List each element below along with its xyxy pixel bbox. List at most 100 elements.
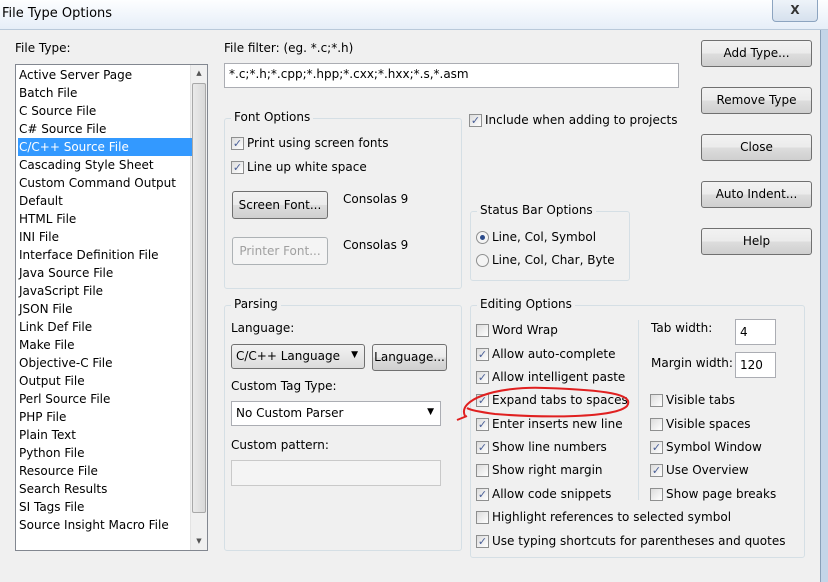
radio-line-col-char-byte[interactable]: Line, Col, Char, Byte — [476, 253, 615, 267]
custom-tag-type-select[interactable]: No Custom Parser ▼ — [231, 401, 441, 426]
scroll-up-icon[interactable]: ▲ — [191, 65, 207, 82]
checkbox-label: Allow auto-complete — [492, 347, 616, 361]
list-item[interactable]: Default — [18, 192, 192, 210]
list-item[interactable]: JSON File — [18, 300, 192, 318]
checkbox-icon: ✓ — [231, 160, 244, 174]
list-scrollbar[interactable]: ▲ ▼ — [190, 65, 207, 550]
checkbox-label: Highlight references to selected symbol — [492, 510, 732, 524]
tab-width-label: Tab width: — [651, 321, 713, 335]
list-item[interactable]: INI File — [18, 228, 192, 246]
list-item[interactable]: Custom Command Output — [18, 174, 192, 192]
checkbox-icon: ✓ — [476, 440, 489, 454]
checkbox-label: Allow code snippets — [492, 487, 612, 501]
list-item[interactable]: Search Results — [18, 480, 192, 498]
list-item[interactable]: Python File — [18, 444, 192, 462]
checkbox-show-page-breaks[interactable]: Show page breaks — [650, 487, 776, 501]
checkbox-label: Line up white space — [247, 160, 367, 174]
custom-tag-type-label: Custom Tag Type: — [231, 379, 337, 393]
chevron-down-icon: ▼ — [351, 350, 358, 360]
help-button[interactable]: Help — [701, 228, 812, 255]
list-item[interactable]: Java Source File — [18, 264, 192, 282]
file-type-label: File Type: — [15, 41, 71, 55]
custom-pattern-input[interactable] — [231, 460, 441, 486]
title-bar — [0, 0, 828, 30]
checkbox-visible-spaces[interactable]: Visible spaces — [650, 417, 750, 431]
checkbox-icon — [650, 393, 663, 407]
checkbox-show-right-margin[interactable]: Show right margin — [476, 463, 603, 477]
list-item[interactable]: Link Def File — [18, 318, 192, 336]
list-item[interactable]: JavaScript File — [18, 282, 192, 300]
checkbox-icon: ✓ — [231, 136, 244, 150]
list-item[interactable]: C/C++ Source File — [18, 138, 192, 156]
font-options-title: Font Options — [231, 110, 314, 124]
radio-icon — [476, 230, 489, 244]
checkbox-icon: ✓ — [650, 463, 663, 477]
print-screen-fonts-checkbox[interactable]: ✓ Print using screen fonts — [231, 136, 388, 150]
printer-font-button: Printer Font... — [232, 237, 328, 265]
radio-icon — [476, 253, 489, 267]
list-item[interactable]: Interface Definition File — [18, 246, 192, 264]
list-item[interactable]: Objective-C File — [18, 354, 192, 372]
checkbox-label: Use typing shortcuts for parentheses and… — [492, 534, 786, 548]
window-title: File Type Options — [2, 6, 113, 21]
checkbox-symbol-window[interactable]: ✓ Symbol Window — [650, 440, 762, 454]
select-value: C/C++ Language — [236, 349, 340, 363]
checkbox-visible-tabs[interactable]: Visible tabs — [650, 393, 735, 407]
list-item[interactable]: Output File — [18, 372, 192, 390]
list-item[interactable]: Plain Text — [18, 426, 192, 444]
auto-indent-button[interactable]: Auto Indent... — [701, 181, 812, 208]
checkbox-show-line-numbers[interactable]: ✓ Show line numbers — [476, 440, 607, 454]
checkbox-label: Visible spaces — [666, 417, 751, 431]
status-bar-group: Status Bar Options — [470, 203, 630, 281]
file-filter-input[interactable]: *.c;*.h;*.cpp;*.hpp;*.cxx;*.hxx;*.s,*.as… — [224, 63, 679, 88]
list-item[interactable]: Source Insight Macro File — [18, 516, 192, 534]
close-button[interactable]: Close — [701, 134, 812, 161]
remove-type-button[interactable]: Remove Type — [701, 87, 812, 114]
language-select[interactable]: C/C++ Language ▼ — [231, 344, 365, 369]
tab-width-input[interactable]: 4 — [735, 319, 776, 345]
scroll-thumb[interactable] — [192, 83, 206, 513]
checkbox-icon: ✓ — [476, 487, 489, 501]
line-up-white-space-checkbox[interactable]: ✓ Line up white space — [231, 160, 367, 174]
scroll-down-icon[interactable]: ▼ — [191, 533, 207, 550]
checkbox-icon: ✓ — [650, 440, 663, 454]
file-type-list[interactable]: ▲ ▼ Active Server Page Batch File C Source… — [15, 64, 208, 551]
list-item[interactable]: Resource File — [18, 462, 192, 480]
add-type-button[interactable]: Add Type... — [701, 40, 812, 67]
checkbox-highlight-references-to-selected-symbol[interactable]: Highlight references to selected symbol — [476, 510, 731, 524]
list-item[interactable]: PHP File — [18, 408, 192, 426]
list-item[interactable]: C Source File — [18, 102, 192, 120]
checkbox-icon — [650, 487, 663, 501]
language-button[interactable]: Language... — [372, 344, 447, 371]
close-window-button[interactable]: X — [772, 0, 818, 22]
include-projects-checkbox[interactable]: ✓ Include when adding to projects — [469, 113, 677, 127]
list-item[interactable]: Active Server Page — [18, 66, 192, 84]
checkbox-allow-code-snippets[interactable]: ✓ Allow code snippets — [476, 487, 611, 501]
checkbox-label: Visible tabs — [666, 393, 735, 407]
checkbox-allow-auto-complete[interactable]: ✓ Allow auto-complete — [476, 347, 615, 361]
checkbox-use-overview[interactable]: ✓ Use Overview — [650, 463, 749, 477]
parsing-group: Parsing — [224, 297, 462, 551]
list-item[interactable]: Cascading Style Sheet — [18, 156, 192, 174]
list-item[interactable]: Batch File — [18, 84, 192, 102]
checkbox-use-typing-shortcuts-for-parentheses-and-quotes[interactable]: ✓ Use typing shortcuts for parentheses an… — [476, 534, 785, 548]
list-item[interactable]: SI Tags File — [18, 498, 192, 516]
chevron-down-icon: ▼ — [427, 407, 434, 417]
margin-width-input[interactable]: 120 — [735, 352, 776, 378]
screen-font-button[interactable]: Screen Font... — [232, 191, 328, 219]
file-filter-label: File filter: (eg. *.c;*.h) — [224, 41, 354, 55]
list-item[interactable]: Perl Source File — [18, 390, 192, 408]
radio-label: Line, Col, Char, Byte — [492, 253, 615, 267]
checkbox-label: Show line numbers — [492, 440, 607, 454]
select-value: No Custom Parser — [236, 406, 344, 420]
checkbox-label: Word Wrap — [492, 323, 558, 337]
window-frame — [820, 30, 828, 582]
red-annotation-circle — [456, 386, 630, 421]
list-item[interactable]: HTML File — [18, 210, 192, 228]
parsing-title: Parsing — [231, 297, 281, 311]
checkbox-label: Print using screen fonts — [247, 136, 389, 150]
list-item[interactable]: C# Source File — [18, 120, 192, 138]
list-item[interactable]: Make File — [18, 336, 192, 354]
radio-line-col-symbol[interactable]: Line, Col, Symbol — [476, 230, 596, 244]
checkbox-word-wrap[interactable]: Word Wrap — [476, 323, 558, 337]
